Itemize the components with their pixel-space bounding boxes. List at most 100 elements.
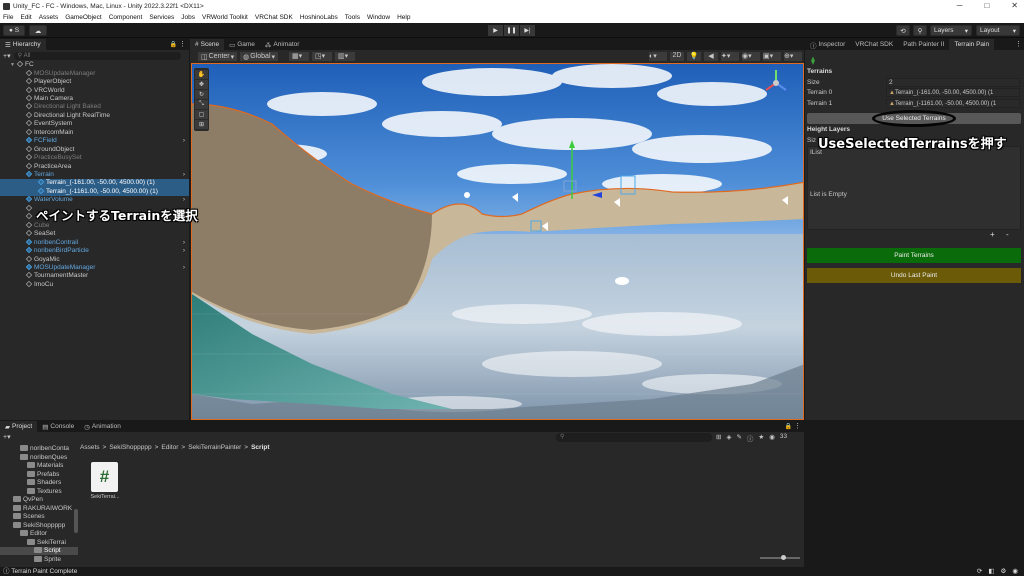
folder-item[interactable]: noribenQues xyxy=(0,453,78,462)
menu-component[interactable]: Component xyxy=(109,14,143,21)
play-button[interactable]: ▶ xyxy=(488,25,503,36)
filter-type-icon[interactable]: ⊞ xyxy=(716,433,721,443)
tab-path-painter[interactable]: Path Painter II xyxy=(898,39,949,50)
menu-edit[interactable]: Edit xyxy=(20,14,31,21)
2d-toggle[interactable]: 2D xyxy=(670,52,684,61)
hierarchy-item[interactable]: PlayerObject xyxy=(0,77,189,86)
folder-item[interactable]: RAKURAIWORK xyxy=(0,504,78,513)
tree-scrollbar[interactable] xyxy=(74,509,78,533)
breadcrumb-sekishop[interactable]: SekiShoppppp xyxy=(109,444,151,451)
remove-layer-button[interactable]: - xyxy=(1006,230,1009,239)
pause-button[interactable]: ❚❚ xyxy=(504,25,519,36)
menu-assets[interactable]: Assets xyxy=(39,14,59,21)
chevron-right-icon[interactable]: › xyxy=(183,137,185,145)
hand-tool-icon[interactable]: ✋ xyxy=(195,70,208,79)
hierarchy-item[interactable]: ImoCu xyxy=(0,280,189,289)
hierarchy-root[interactable]: ▼ FC xyxy=(0,60,189,69)
effects-dropdown[interactable]: ✦▾ xyxy=(721,52,739,61)
grid-snap-button[interactable]: ▦▾ xyxy=(289,52,310,61)
breadcrumb-assets[interactable]: Assets xyxy=(80,444,100,451)
tab-hierarchy[interactable]: ☰ Hierarchy xyxy=(0,39,46,50)
draw-mode-button[interactable]: ◐▾ xyxy=(649,52,667,61)
audio-toggle[interactable]: ◀ xyxy=(704,52,718,61)
account-button[interactable]: ● S xyxy=(3,25,25,36)
add-icon[interactable]: +▾ xyxy=(3,52,11,60)
tab-console[interactable]: ▤ Console xyxy=(37,421,79,432)
gizmos-dropdown[interactable]: ⊕▾ xyxy=(784,52,802,61)
hierarchy-item[interactable]: Terrain › xyxy=(0,170,189,179)
hierarchy-item[interactable]: SeaSet xyxy=(0,229,189,238)
tab-animator[interactable]: ⁂ Animator xyxy=(260,39,305,50)
more-icon[interactable]: ⋮ xyxy=(1015,40,1022,48)
cloud-button[interactable]: ☁ xyxy=(29,25,47,36)
more-icon[interactable]: ⋮ xyxy=(179,40,186,48)
menu-hoshinolabs[interactable]: HoshinoLabs xyxy=(300,14,338,21)
menu-tools[interactable]: Tools xyxy=(345,14,360,21)
info-icon[interactable]: ⓘ xyxy=(747,433,754,443)
folder-item[interactable]: Materials xyxy=(0,462,78,470)
graphics-icon[interactable]: ◧ xyxy=(988,567,994,576)
paint-terrains-button[interactable]: Paint Terrains xyxy=(807,248,1021,263)
folder-item[interactable]: Editor xyxy=(0,530,78,538)
folder-item[interactable]: noribenConta xyxy=(0,445,78,453)
scale-tool-icon[interactable]: ⤡ xyxy=(195,100,208,109)
lock-icon[interactable]: 🔒 xyxy=(170,41,177,48)
move-tool-icon[interactable]: ✥ xyxy=(195,80,208,89)
chevron-right-icon[interactable]: › xyxy=(183,239,185,247)
camera-settings-dropdown[interactable]: ▣▾ xyxy=(763,52,781,61)
folder-item[interactable]: Sprite xyxy=(0,555,78,564)
increment-snap-button[interactable]: ◳▾ xyxy=(312,52,333,61)
folder-item[interactable]: Scenes xyxy=(0,513,78,521)
brush-icon[interactable]: ✎ xyxy=(736,433,741,443)
favorite-icon[interactable]: ★ xyxy=(758,433,764,443)
hierarchy-item[interactable]: PracticeBusySet xyxy=(0,153,189,162)
menu-services[interactable]: Services xyxy=(149,14,174,21)
minimize-icon[interactable]: ─ xyxy=(957,0,963,12)
folder-item[interactable]: SekiTerrai xyxy=(0,538,78,547)
more-icon[interactable]: ⋮ xyxy=(794,422,801,430)
space-dropdown[interactable]: ◍ Global ▾ xyxy=(240,52,279,61)
maximize-icon[interactable]: □ xyxy=(984,0,989,12)
transform-tool-icon[interactable]: ⊞ xyxy=(195,120,208,129)
hidden-objects-dropdown[interactable]: ◉▾ xyxy=(742,52,760,61)
lock-icon[interactable]: 🔒 xyxy=(785,423,792,430)
size-field[interactable]: 2 xyxy=(886,78,1020,87)
create-asset-button[interactable]: +▾ xyxy=(3,433,11,441)
orientation-gizmo[interactable] xyxy=(763,68,789,98)
chevron-right-icon[interactable]: › xyxy=(183,247,185,255)
chevron-right-icon[interactable]: › xyxy=(183,264,185,272)
undo-last-paint-button[interactable]: Undo Last Paint xyxy=(807,268,1021,283)
tab-game[interactable]: ▭ Game xyxy=(224,39,260,50)
sync-icon[interactable]: ⟳ xyxy=(977,567,982,576)
menu-gameobject[interactable]: GameObject xyxy=(65,14,102,21)
lighting-toggle[interactable]: 💡 xyxy=(687,52,701,61)
terrain1-field[interactable]: ▲Terrain_(-1161.00, -50.00, 4500.00) (1 xyxy=(886,99,1020,108)
chevron-right-icon[interactable]: › xyxy=(183,171,185,179)
hierarchy-item[interactable]: noribenBirdParticle › xyxy=(0,246,189,255)
rotate-tool-icon[interactable]: ↻ xyxy=(195,90,208,99)
tab-scene[interactable]: # Scene xyxy=(190,39,225,50)
csharp-script-icon[interactable]: # xyxy=(91,462,118,492)
menu-vrchat-sdk[interactable]: VRChat SDK xyxy=(255,14,293,21)
hierarchy-item[interactable]: FCField › xyxy=(0,137,189,145)
tab-terrain-painter[interactable]: Terrain Pain xyxy=(949,39,995,50)
history-button[interactable]: ⟲ xyxy=(896,25,910,36)
breadcrumb-script[interactable]: Script xyxy=(251,444,269,451)
layers-dropdown[interactable]: Layers ▾ xyxy=(930,25,972,36)
layout-dropdown[interactable]: Layout ▾ xyxy=(976,25,1020,36)
hierarchy-item[interactable]: Terrain_(-161.00, -50.00, 4500.00) (1) xyxy=(0,179,189,188)
folder-item[interactable]: Prefabs xyxy=(0,470,78,479)
breadcrumb-terrainpainter[interactable]: SekiTerrainPainter xyxy=(188,444,241,451)
add-layer-button[interactable]: + xyxy=(990,230,995,239)
menu-help[interactable]: Help xyxy=(397,14,410,21)
project-search-input[interactable]: ⚲ xyxy=(556,433,712,442)
close-icon[interactable]: ✕ xyxy=(1011,0,1018,12)
folder-item[interactable]: Script xyxy=(0,547,78,556)
notification-icon[interactable]: ◉ xyxy=(1012,567,1018,576)
tab-animation[interactable]: ◷ Animation xyxy=(79,421,126,432)
tab-project[interactable]: ▰ Project xyxy=(0,421,38,432)
folder-item[interactable]: SekiShoppppp xyxy=(0,521,78,530)
menu-vrworld-toolkit[interactable]: VRWorld Toolkit xyxy=(202,14,248,21)
folder-item[interactable]: Textures xyxy=(0,487,78,496)
hierarchy-item[interactable]: EventSystem xyxy=(0,120,189,128)
